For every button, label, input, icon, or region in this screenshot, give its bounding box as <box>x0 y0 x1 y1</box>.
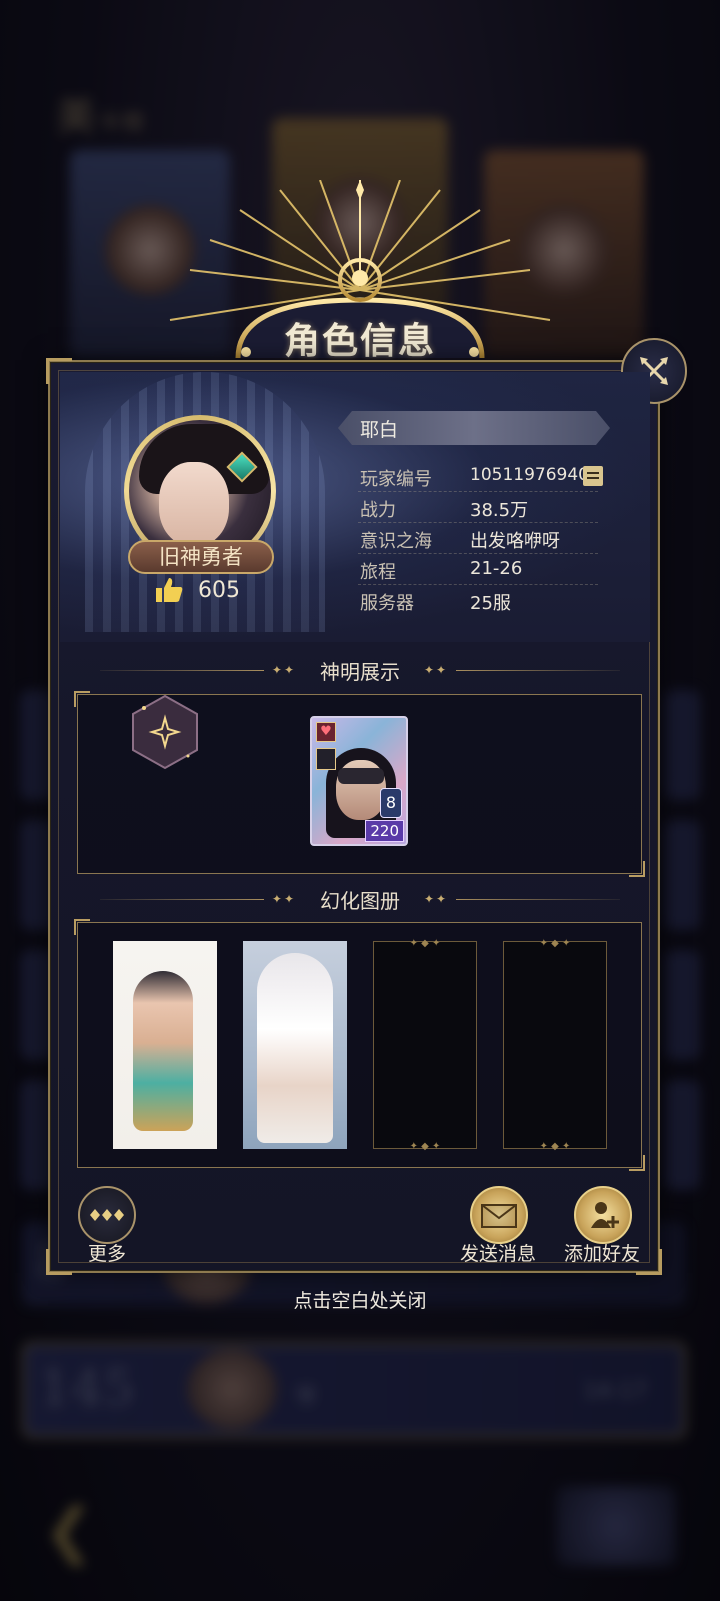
add-friend-label: 添加好友 <box>564 1243 641 1265</box>
god-rank-badge: 8 <box>380 788 402 818</box>
info-row-sea: 意识之海 出发咯咿呀 <box>358 524 598 554</box>
gallery-illustration-1[interactable] <box>113 941 217 1149</box>
player-name-bar: 耶白 <box>338 411 610 445</box>
add-friend-button[interactable] <box>574 1186 632 1244</box>
info-row-power: 战力 38.5万 <box>358 493 598 523</box>
heart-icon: ♥ <box>316 722 336 742</box>
section-header-gallery: ✦✦ 幻化图册 ✦✦ <box>100 883 620 915</box>
player-title-badge: 旧神勇者 <box>128 540 274 574</box>
send-message-label: 发送消息 <box>460 1243 537 1265</box>
gallery-empty-slot[interactable] <box>503 938 607 1152</box>
send-message-button[interactable] <box>470 1186 528 1244</box>
like-count: 605 <box>198 577 240 603</box>
add-friend-icon <box>591 1202 619 1228</box>
copy-icon[interactable] <box>583 466 603 486</box>
gallery-illustration-2[interactable] <box>243 941 347 1149</box>
gallery-empty-slot[interactable] <box>373 938 477 1152</box>
envelope-icon <box>481 1204 517 1228</box>
close-hint: 点击空白处关闭 <box>293 1290 427 1312</box>
god-card[interactable]: ♥ 8 220 <box>310 716 408 846</box>
dialog-title: 角色信息 <box>283 320 436 362</box>
more-button[interactable] <box>78 1186 136 1244</box>
thumbs-up-icon[interactable] <box>154 576 184 604</box>
section-header-gods: ✦✦ 神明展示 ✦✦ <box>100 654 620 686</box>
like-row[interactable]: 605 <box>154 573 240 607</box>
empty-god-slot-icon[interactable] <box>130 694 200 770</box>
god-level: 220 <box>365 820 404 842</box>
info-row-journey: 旅程 21-26 <box>358 555 598 585</box>
more-diamonds-icon <box>90 1209 124 1221</box>
shield-icon <box>316 748 336 770</box>
more-label: 更多 <box>88 1243 127 1265</box>
info-row-player-id: 玩家编号 10511976940 <box>358 462 603 492</box>
info-row-server: 服务器 25服 <box>360 593 511 614</box>
player-name: 耶白 <box>360 419 399 441</box>
